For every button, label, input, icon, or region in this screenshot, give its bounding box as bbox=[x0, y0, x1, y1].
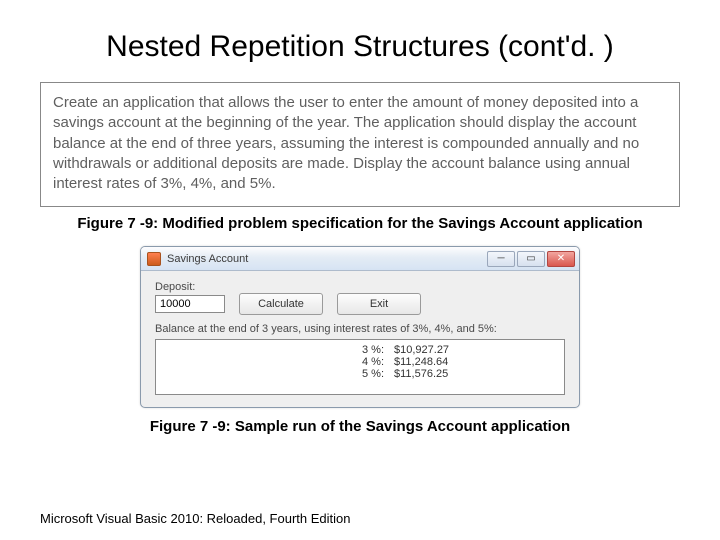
app-icon bbox=[147, 252, 161, 266]
window-controls: ─ ▭ ✕ bbox=[487, 251, 575, 267]
result-line: 4 %: $11,248.64 bbox=[164, 356, 556, 368]
result-rate: 4 %: bbox=[164, 356, 384, 368]
maximize-button[interactable]: ▭ bbox=[517, 251, 545, 267]
window-client-area: Deposit: Calculate Exit Balance at the e… bbox=[141, 271, 579, 407]
footer-text: Microsoft Visual Basic 2010: Reloaded, F… bbox=[40, 511, 350, 526]
result-rate: 3 %: bbox=[164, 344, 384, 356]
minimize-button[interactable]: ─ bbox=[487, 251, 515, 267]
deposit-input[interactable] bbox=[155, 295, 225, 313]
calculate-button[interactable]: Calculate bbox=[239, 293, 323, 315]
result-line: 3 %: $10,927.27 bbox=[164, 344, 556, 356]
app-window: Savings Account ─ ▭ ✕ Deposit: Calculate… bbox=[140, 246, 580, 408]
exit-button[interactable]: Exit bbox=[337, 293, 421, 315]
result-value: $10,927.27 bbox=[384, 344, 449, 356]
result-value: $11,248.64 bbox=[384, 356, 448, 368]
window-titlebar: Savings Account ─ ▭ ✕ bbox=[141, 247, 579, 271]
result-line: 5 %: $11,576.25 bbox=[164, 368, 556, 380]
result-rate: 5 %: bbox=[164, 368, 384, 380]
balance-label: Balance at the end of 3 years, using int… bbox=[155, 323, 565, 335]
figure-caption-1: Figure 7 -9: Modified problem specificat… bbox=[40, 215, 680, 232]
problem-specification-text: Create an application that allows the us… bbox=[53, 94, 639, 192]
window-title: Savings Account bbox=[167, 253, 481, 265]
figure-caption-2: Figure 7 -9: Sample run of the Savings A… bbox=[40, 418, 680, 435]
close-button[interactable]: ✕ bbox=[547, 251, 575, 267]
deposit-label: Deposit: bbox=[155, 281, 565, 293]
results-box: 3 %: $10,927.27 4 %: $11,248.64 5 %: $11… bbox=[155, 339, 565, 395]
slide-title: Nested Repetition Structures (cont'd. ) bbox=[40, 30, 680, 64]
result-value: $11,576.25 bbox=[384, 368, 448, 380]
problem-specification-box: Create an application that allows the us… bbox=[40, 82, 680, 207]
